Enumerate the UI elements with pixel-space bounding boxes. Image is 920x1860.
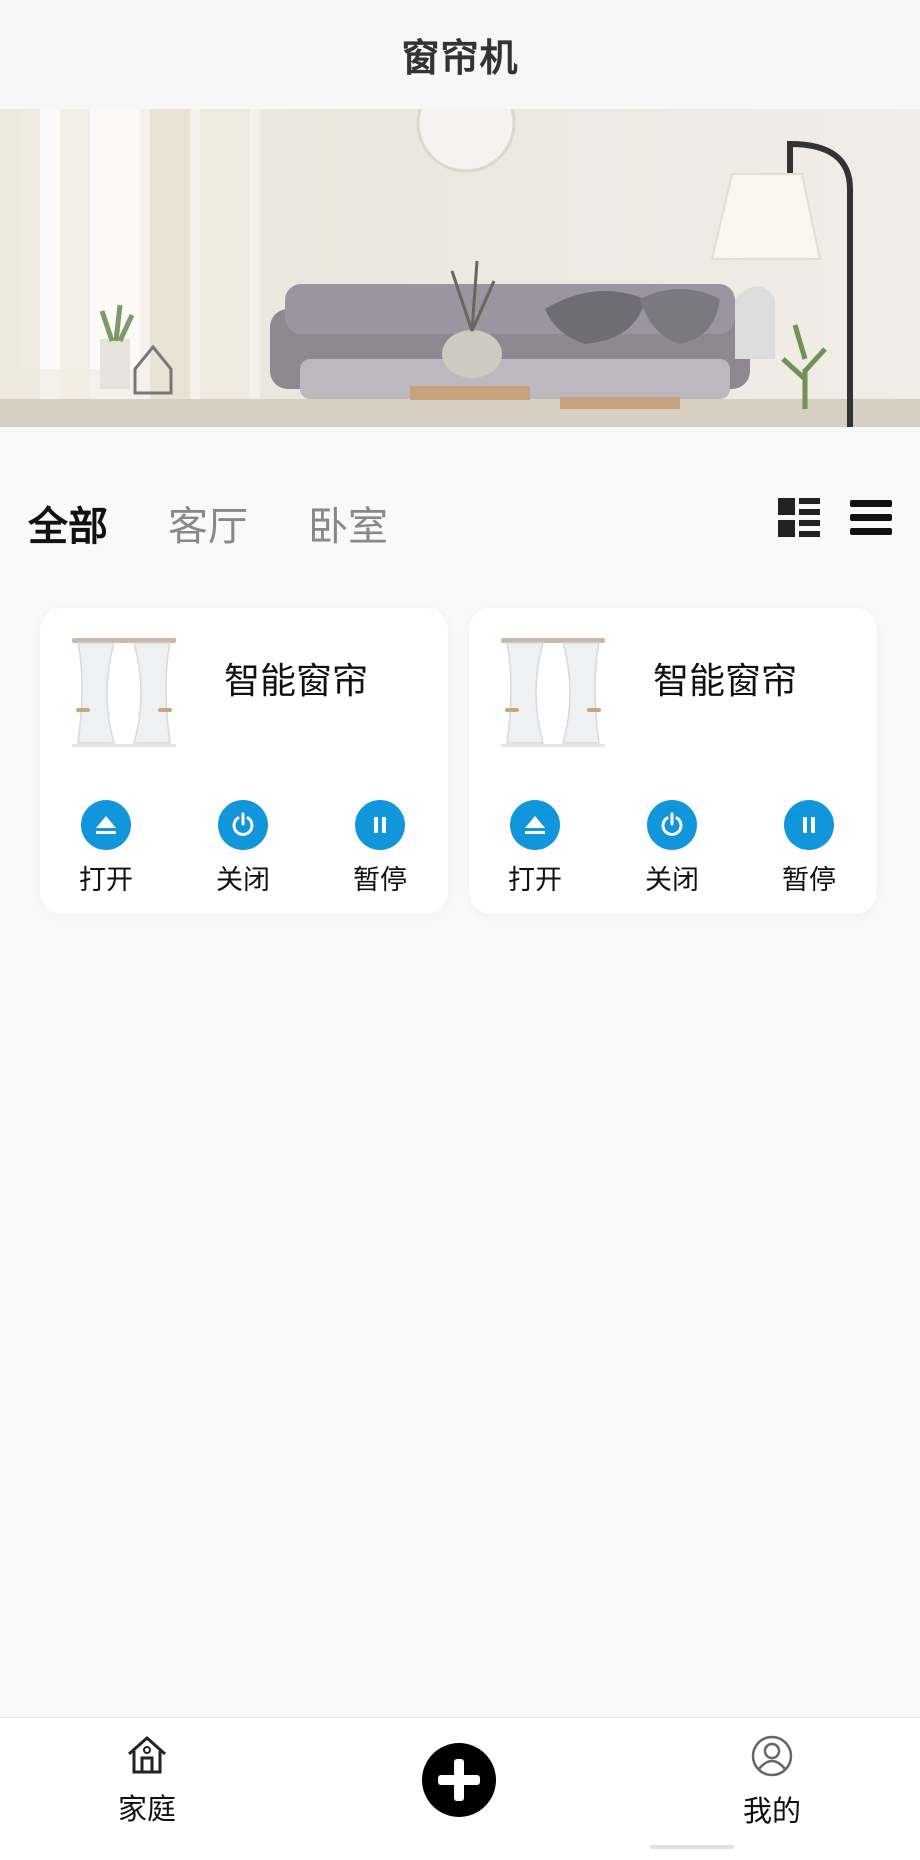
close-button[interactable]: 关闭 xyxy=(622,800,722,897)
open-button[interactable]: 打开 xyxy=(485,800,585,897)
nav-profile[interactable]: 我的 xyxy=(702,1734,842,1830)
pause-label: 暂停 xyxy=(782,865,836,896)
eject-icon xyxy=(81,800,131,850)
device-card[interactable]: 智能窗帘 打开 关闭 暂停 xyxy=(40,608,448,914)
open-button[interactable]: 打开 xyxy=(56,800,156,897)
pause-icon xyxy=(784,800,834,850)
tab-living-room[interactable]: 客厅 xyxy=(168,494,248,552)
power-icon xyxy=(647,800,697,850)
pause-button[interactable]: 暂停 xyxy=(330,800,430,897)
pause-label: 暂停 xyxy=(353,865,407,896)
user-icon xyxy=(751,1735,793,1777)
open-label: 打开 xyxy=(508,865,562,896)
tab-bedroom[interactable]: 卧室 xyxy=(308,494,388,552)
home-indicator xyxy=(650,1845,734,1849)
nav-home[interactable]: 家庭 xyxy=(77,1734,217,1828)
device-card[interactable]: 智能窗帘 打开 关闭 暂停 xyxy=(469,608,877,914)
tab-all[interactable]: 全部 xyxy=(28,494,108,552)
room-tabs: 全部 客厅 卧室 xyxy=(0,480,920,558)
device-name: 智能窗帘 xyxy=(224,661,369,702)
close-button[interactable]: 关闭 xyxy=(193,800,293,897)
banner-image xyxy=(0,109,920,427)
curtain-icon xyxy=(501,638,605,747)
grid-view-icon[interactable] xyxy=(778,498,820,542)
pause-button[interactable]: 暂停 xyxy=(759,800,859,897)
home-icon xyxy=(128,1736,166,1774)
page-title: 窗帘机 xyxy=(401,36,519,80)
curtain-icon xyxy=(72,638,176,747)
header-bar: 窗帘机 xyxy=(0,0,920,109)
power-icon xyxy=(218,800,268,850)
plus-icon[interactable] xyxy=(422,1743,496,1817)
nav-home-label: 家庭 xyxy=(117,1792,176,1826)
list-view-icon[interactable] xyxy=(850,498,892,542)
close-label: 关闭 xyxy=(216,865,270,896)
nav-profile-label: 我的 xyxy=(742,1794,801,1828)
bottom-nav: 家庭 我的 xyxy=(0,1717,920,1860)
device-name: 智能窗帘 xyxy=(653,661,798,702)
living-room-illustration xyxy=(0,109,920,427)
open-label: 打开 xyxy=(79,865,133,896)
eject-icon xyxy=(510,800,560,850)
close-label: 关闭 xyxy=(645,865,699,896)
pause-icon xyxy=(355,800,405,850)
